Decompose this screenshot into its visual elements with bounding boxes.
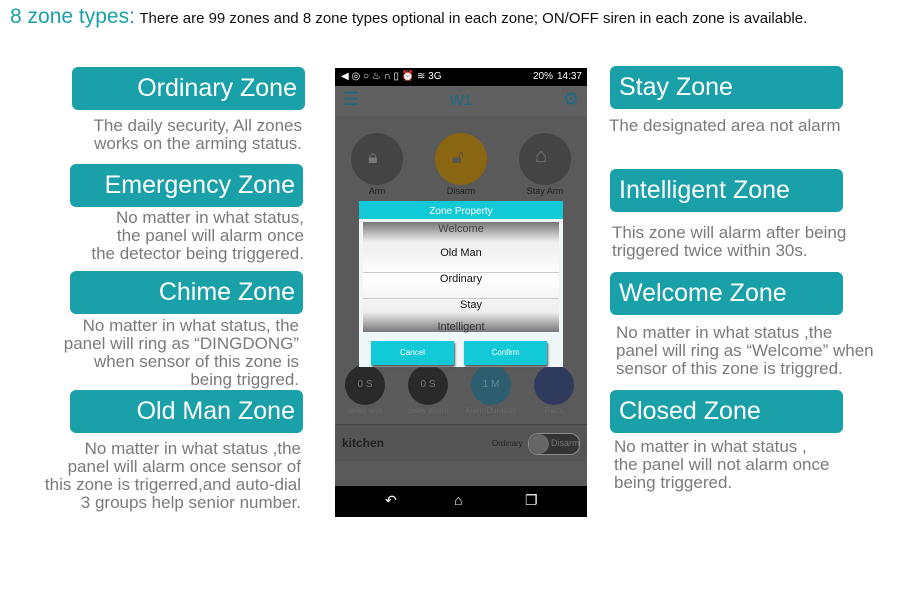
- settings-gear-icon[interactable]: ⚙: [563, 89, 579, 110]
- zone-label-ordinary: Ordinary Zone: [72, 67, 305, 110]
- zone-desc-stay: The designated area not alarm: [609, 116, 841, 135]
- page-subtitle: There are 99 zones and 8 zone types opti…: [139, 10, 808, 27]
- zone-desc-emergency: No matter in what status, the panel will…: [91, 208, 304, 263]
- zone-label-stay: Stay Zone: [610, 66, 843, 109]
- disarm-label: Disarm: [446, 186, 476, 196]
- delay-alarm-button[interactable]: 0 S: [408, 365, 448, 405]
- room-name: kitchen: [342, 436, 385, 450]
- android-nav-bar: ↶ ⌂ ❐: [335, 486, 587, 517]
- zone-property-dialog: Zone Property Welcome Old Man Ordinary S…: [359, 201, 563, 367]
- picker-option[interactable]: Stay: [363, 298, 559, 311]
- alarm-duration-label: AlarmDuration: [465, 406, 517, 415]
- lock-icon: 🔒︎: [368, 147, 378, 167]
- zone-label-welcome: Welcome Zone: [610, 272, 843, 315]
- zone-desc-ordinary: The daily security, All zones works on t…: [93, 116, 303, 153]
- recents-icon[interactable]: ❐: [525, 492, 538, 509]
- zone-desc-welcome: No matter in what status ,the panel will…: [616, 323, 874, 378]
- parts-label: Parts: [544, 406, 564, 415]
- picker-option-selected[interactable]: Ordinary: [363, 272, 559, 285]
- parts-button[interactable]: [534, 365, 574, 405]
- zone-type-picker[interactable]: Welcome Old Man Ordinary Stay Intelligen…: [363, 222, 559, 333]
- arm-label: Arm: [368, 186, 386, 196]
- stay-arm-label: Stay Arm: [526, 186, 564, 196]
- delay-arm-button[interactable]: 0 S: [345, 365, 385, 405]
- zone-label-closed: Closed Zone: [610, 390, 843, 433]
- stay-arm-button[interactable]: ⌂: [519, 133, 571, 185]
- toggle-state: Disarm: [551, 438, 580, 448]
- delay-alarm-label: delay alarm: [407, 406, 449, 415]
- room-row-kitchen[interactable]: kitchen Ordinary Disarm: [335, 424, 587, 461]
- alarm-duration-button[interactable]: 1 M: [471, 365, 511, 405]
- zone-label-intelligent: Intelligent Zone: [610, 169, 843, 212]
- arm-button[interactable]: 🔒︎: [351, 133, 403, 185]
- toggle-knob: [529, 434, 549, 454]
- house-icon: ⌂: [535, 145, 548, 167]
- zone-desc-old-man: No matter in what status ,the panel will…: [44, 439, 301, 512]
- page-title: 8 zone types:: [10, 5, 135, 28]
- picker-option[interactable]: Intelligent: [363, 321, 559, 333]
- picker-option[interactable]: Welcome: [363, 223, 559, 235]
- home-icon[interactable]: ⌂: [454, 492, 462, 508]
- back-icon[interactable]: ↶: [385, 492, 397, 509]
- zone-desc-chime: No matter in what status, the panel will…: [63, 316, 299, 389]
- delay-arm-label: delay arm: [347, 406, 383, 415]
- battery-level: 20%: [532, 71, 553, 82]
- header: 8 zone types: There are 99 zones and 8 z…: [10, 5, 807, 29]
- phone-screenshot: ◀ ◎ ○ ♨ ∩ ▯ ⏰ ≋ 3G 20% 14:37 ☰ W1 ⚙ 🔒︎ 🔓…: [335, 68, 587, 517]
- zone-desc-intelligent: This zone will alarm after being trigger…: [612, 223, 847, 260]
- cancel-button[interactable]: Cancel: [371, 341, 454, 365]
- disarm-button[interactable]: 🔓︎: [435, 133, 487, 185]
- app-bar: ☰ W1 ⚙: [335, 86, 587, 116]
- zone-desc-closed: No matter in what status , the panel wil…: [614, 437, 830, 492]
- notification-icons: ◀ ◎ ○ ♨ ∩ ▯ ⏰ ≋ 3G: [341, 71, 442, 82]
- zone-label-chime: Chime Zone: [70, 271, 303, 314]
- zone-label-old-man: Old Man Zone: [70, 390, 303, 433]
- zone-label-emergency: Emergency Zone: [70, 164, 303, 207]
- arm-toggle[interactable]: Disarm: [528, 433, 580, 455]
- picker-option[interactable]: Old Man: [363, 247, 559, 259]
- app-title: W1: [449, 92, 473, 109]
- clock: 14:37: [556, 71, 582, 82]
- confirm-button[interactable]: Confirm: [464, 341, 547, 365]
- unlock-icon: 🔓︎: [452, 147, 464, 167]
- room-zone-type: Ordinary: [492, 439, 523, 448]
- status-bar: ◀ ◎ ○ ♨ ∩ ▯ ⏰ ≋ 3G 20% 14:37: [335, 68, 587, 86]
- dialog-title: Zone Property: [359, 201, 563, 219]
